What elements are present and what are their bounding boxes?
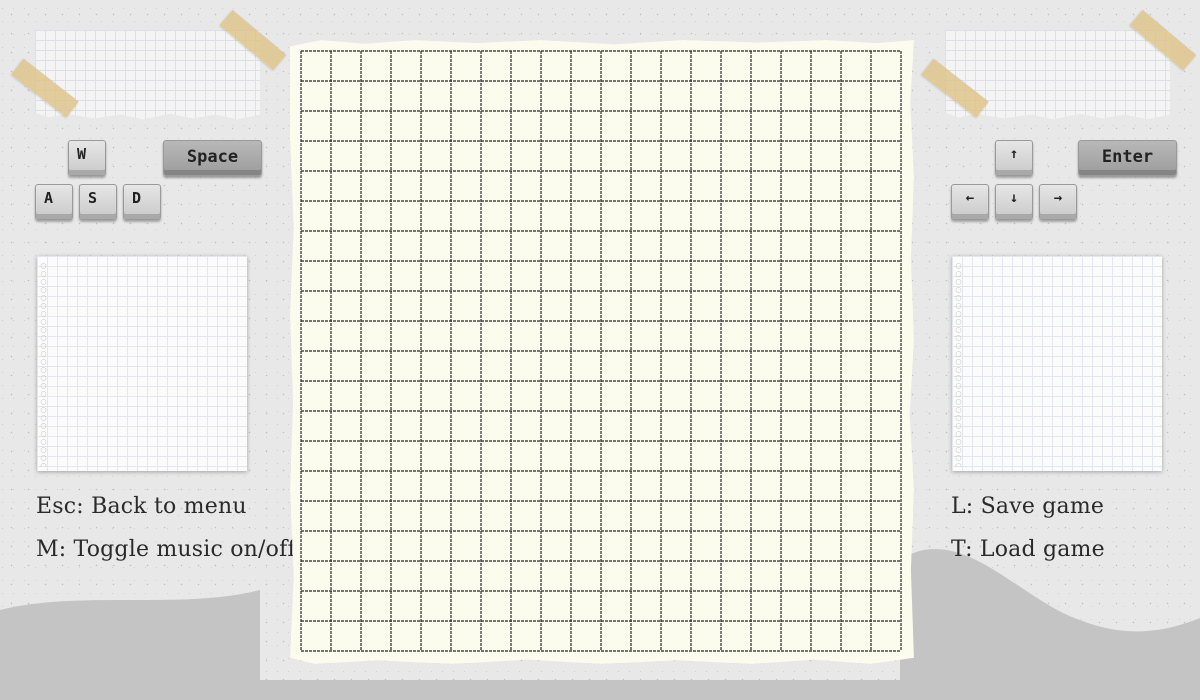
key-space: Space — [163, 140, 262, 176]
key-arrow-down: ↓ — [995, 184, 1033, 220]
game-board-grid[interactable] — [298, 48, 904, 654]
notepad-left — [37, 256, 247, 471]
notepad-holes — [40, 262, 47, 467]
key-d: D — [123, 184, 161, 220]
key-enter: Enter — [1078, 140, 1177, 176]
key-a: A — [35, 184, 73, 220]
key-arrow-right: → — [1039, 184, 1077, 220]
notepad-right — [952, 256, 1162, 471]
hint-load-game: T: Load game — [951, 537, 1105, 562]
key-arrow-up: ↑ — [995, 140, 1033, 176]
key-arrow-left: ← — [951, 184, 989, 220]
hint-back-to-menu: Esc: Back to menu — [36, 494, 247, 519]
hint-toggle-music: M: Toggle music on/off — [36, 537, 296, 562]
key-w: W — [68, 140, 106, 176]
notepad-holes — [955, 262, 962, 467]
hint-save-game: L: Save game — [951, 494, 1105, 519]
key-s: S — [79, 184, 117, 220]
